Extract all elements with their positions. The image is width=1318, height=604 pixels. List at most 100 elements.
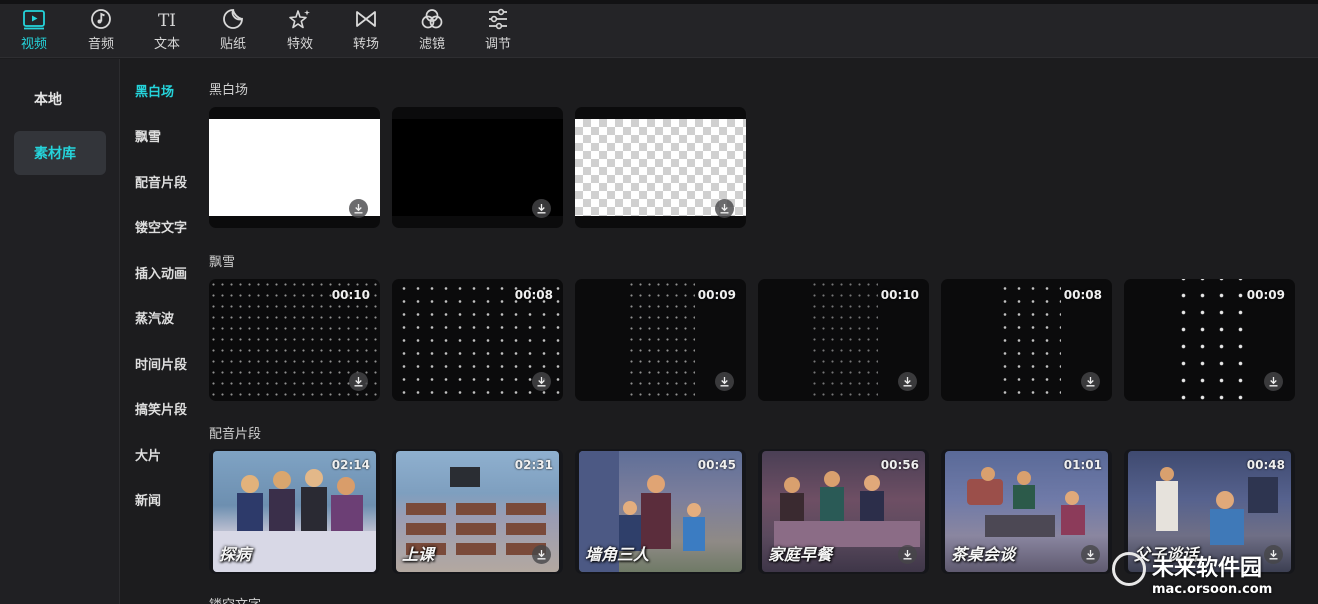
- clip-caption: 墙角三人: [585, 545, 650, 564]
- download-button[interactable]: [898, 372, 917, 391]
- download-icon: [720, 377, 729, 387]
- category-item[interactable]: 配音片段: [135, 172, 187, 191]
- download-button[interactable]: [715, 372, 734, 391]
- text-icon: TI: [158, 11, 176, 30]
- download-icon: [903, 377, 912, 387]
- download-button[interactable]: [1264, 372, 1283, 391]
- dubbing-card[interactable]: 02:14 探病: [209, 449, 380, 574]
- snow-preview: [1172, 279, 1248, 401]
- download-button[interactable]: [349, 372, 368, 391]
- clip-caption: 家庭早餐: [768, 545, 833, 564]
- sticker-icon: [223, 9, 243, 29]
- material-card-white[interactable]: [209, 107, 380, 228]
- download-button[interactable]: [532, 199, 551, 218]
- category-item[interactable]: 大片: [135, 445, 161, 464]
- download-icon: [1086, 377, 1095, 387]
- download-button[interactable]: [1081, 372, 1100, 391]
- category-item[interactable]: 黑白场: [135, 81, 174, 100]
- snow-card[interactable]: 00:08: [392, 279, 563, 401]
- tab-label: 特效: [286, 37, 313, 52]
- download-icon: [537, 377, 546, 387]
- tab-label: 贴纸: [219, 37, 246, 52]
- snow-card[interactable]: 00:10: [209, 279, 380, 401]
- tab-audio[interactable]: 音频: [73, 8, 129, 54]
- tab-label: 滤镜: [418, 37, 445, 52]
- dubbing-card[interactable]: 01:01 茶桌会谈: [941, 449, 1112, 574]
- category-item[interactable]: 蒸汽波: [135, 308, 174, 327]
- tab-video[interactable]: 视频: [6, 8, 62, 54]
- section-title: 黑白场: [209, 83, 249, 98]
- filter-circles-icon: [421, 9, 443, 29]
- download-button[interactable]: [1081, 545, 1100, 564]
- dubbing-card[interactable]: 02:31 上课: [392, 449, 563, 574]
- snow-card[interactable]: 00:09: [1124, 279, 1295, 401]
- watermark-logo-icon: [1112, 552, 1146, 586]
- duration-badge: 01:01: [1063, 458, 1102, 472]
- category-item[interactable]: 飘雪: [135, 126, 161, 145]
- site-watermark: 未来软件园 mac.orsoon.com: [1112, 550, 1318, 604]
- source-library[interactable]: 素材库: [14, 131, 106, 175]
- tab-filter[interactable]: 滤镜: [404, 8, 460, 54]
- dubbing-card[interactable]: 00:56 家庭早餐: [758, 449, 929, 574]
- duration-badge: 00:09: [697, 288, 736, 302]
- sparkle-star-icon: [289, 10, 310, 29]
- section-title: 镂空文字: [209, 594, 261, 604]
- duration-badge: 00:56: [880, 458, 919, 472]
- tab-label: 视频: [20, 37, 47, 52]
- download-button[interactable]: [532, 372, 551, 391]
- category-item[interactable]: 镂空文字: [135, 217, 187, 236]
- tab-adjust[interactable]: 调节: [470, 8, 526, 54]
- clip-caption: 茶桌会谈: [951, 545, 1016, 564]
- source-local[interactable]: 本地: [14, 77, 106, 121]
- tab-label: 音频: [87, 37, 114, 52]
- video-icon: [23, 10, 45, 30]
- material-card-black[interactable]: [392, 107, 563, 228]
- download-button[interactable]: [349, 199, 368, 218]
- duration-badge: 00:10: [880, 288, 919, 302]
- section-title: 配音片段: [209, 427, 262, 442]
- category-item[interactable]: 搞笑片段: [135, 399, 187, 418]
- snow-card[interactable]: 00:09: [575, 279, 746, 401]
- svg-text:TI: TI: [158, 11, 176, 30]
- clip-caption: 上课: [402, 545, 435, 564]
- source-label: 素材库: [34, 146, 76, 162]
- download-icon: [354, 204, 363, 214]
- download-button[interactable]: [532, 545, 551, 564]
- window-edge: [0, 0, 1318, 4]
- snow-preview: [627, 279, 695, 401]
- category-item[interactable]: 新闻: [135, 490, 161, 509]
- snow-card[interactable]: 00:08: [941, 279, 1112, 401]
- duration-badge: 00:08: [1063, 288, 1102, 302]
- dubbing-card[interactable]: 00:45 墙角三人: [575, 449, 746, 574]
- category-item[interactable]: 插入动画: [135, 263, 187, 282]
- download-icon: [720, 204, 729, 214]
- source-panel: 本地 素材库: [0, 59, 120, 604]
- tab-transition[interactable]: 转场: [338, 8, 394, 54]
- watermark-url: mac.orsoon.com: [1152, 582, 1273, 597]
- category-item[interactable]: 时间片段: [135, 354, 187, 373]
- snow-preview: [993, 279, 1061, 401]
- tab-text[interactable]: TI 文本: [139, 8, 195, 54]
- tab-sticker[interactable]: 贴纸: [205, 8, 261, 54]
- clip-caption: 探病: [219, 545, 252, 564]
- tab-effects[interactable]: 特效: [272, 8, 328, 54]
- transition-bowtie-icon: [356, 11, 376, 27]
- tab-label: 文本: [153, 37, 180, 52]
- material-card-transparent[interactable]: [575, 107, 746, 228]
- music-note-icon: [91, 9, 111, 29]
- duration-badge: 00:09: [1246, 288, 1285, 302]
- sliders-icon: [489, 8, 507, 30]
- source-label: 本地: [34, 92, 62, 108]
- duration-badge: 00:08: [514, 288, 553, 302]
- snow-card[interactable]: 00:10: [758, 279, 929, 401]
- snow-preview: [810, 279, 878, 401]
- duration-badge: 02:14: [331, 458, 370, 472]
- section-title: 飘雪: [209, 255, 236, 270]
- duration-badge: 00:48: [1246, 458, 1285, 472]
- download-button[interactable]: [898, 545, 917, 564]
- tab-label: 转场: [352, 37, 379, 52]
- download-icon: [1269, 377, 1278, 387]
- duration-badge: 00:45: [697, 458, 736, 472]
- download-button[interactable]: [715, 199, 734, 218]
- duration-badge: 00:10: [331, 288, 370, 302]
